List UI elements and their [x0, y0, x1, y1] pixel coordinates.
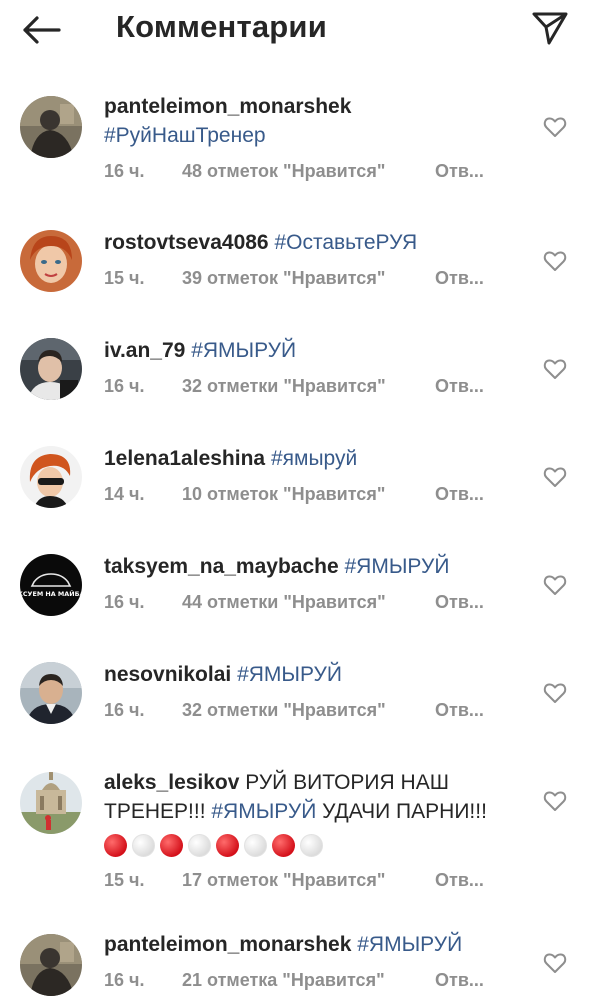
comment-text: rostovtseva4086 #ОставьтеРУЯ [104, 228, 504, 257]
heart-icon [543, 467, 567, 487]
comment-time: 15 ч. [104, 268, 145, 288]
comment-likes[interactable]: 17 отметок "Нравится" [182, 867, 435, 893]
emoji-sequence [104, 830, 328, 859]
red-circle-emoji [272, 833, 295, 857]
avatar[interactable] [20, 662, 82, 724]
reply-button[interactable]: Отв... [435, 158, 484, 184]
comment-username[interactable]: panteleimon_monarshek [104, 933, 351, 956]
comment-text: aleks_lesikov РУЙ ВИТОРИЯ НАШ ТРЕНЕР!!! … [104, 768, 504, 859]
like-button[interactable] [541, 571, 569, 599]
comment-hashtag[interactable]: #ЯМЫРУЙ [357, 933, 462, 956]
comment-username[interactable]: panteleimon_monarshek [104, 95, 351, 118]
reply-button[interactable]: Отв... [435, 697, 484, 723]
red-circle-emoji [216, 833, 239, 857]
comment-username[interactable]: aleks_lesikov [104, 771, 239, 794]
comment-time: 16 ч. [104, 970, 145, 990]
comment-hashtag[interactable]: #ЯМЫРУЙ [237, 663, 342, 686]
comment-username[interactable]: rostovtseva4086 [104, 231, 269, 254]
comment-meta: 14 ч. 10 отметок "Нравится" Отв... [104, 481, 504, 507]
header: Комментарии [0, 0, 593, 60]
avatar[interactable] [20, 96, 82, 158]
comment-likes[interactable]: 39 отметок "Нравится" [182, 265, 435, 291]
reply-button[interactable]: Отв... [435, 373, 484, 399]
comment-meta: 15 ч. 39 отметок "Нравится" Отв... [104, 265, 504, 291]
white-circle-emoji [244, 833, 267, 857]
comment-username[interactable]: iv.an_79 [104, 339, 185, 362]
comment-likes[interactable]: 21 отметка "Нравится" [182, 967, 435, 993]
white-circle-emoji [132, 833, 155, 857]
like-button[interactable] [541, 355, 569, 383]
reply-button[interactable]: Отв... [435, 481, 484, 507]
paper-plane-icon [532, 12, 568, 45]
comment-time: 16 ч. [104, 161, 145, 181]
comment-hashtag[interactable]: #ЯМЫРУЙ [345, 555, 450, 578]
comment-hashtag[interactable]: #ямыруй [271, 447, 357, 470]
heart-icon [543, 791, 567, 811]
comment-time: 16 ч. [104, 700, 145, 720]
comment-hashtag[interactable]: #ЯМЫРУЙ [211, 800, 316, 823]
comment-text: panteleimon_monarshek #РуйНашТренер [104, 92, 504, 150]
comment-time: 15 ч. [104, 870, 145, 890]
comment-likes[interactable]: 44 отметки "Нравится" [182, 589, 435, 615]
avatar[interactable] [20, 934, 82, 996]
heart-icon [543, 683, 567, 703]
white-circle-emoji [300, 833, 323, 857]
heart-icon [543, 575, 567, 595]
comment-hashtag[interactable]: #РуйНашТренер [104, 124, 266, 147]
comment-username[interactable]: 1elena1aleshina [104, 447, 265, 470]
like-button[interactable] [541, 949, 569, 977]
comment-username[interactable]: taksyem_na_maybache [104, 555, 339, 578]
red-circle-emoji [104, 833, 127, 857]
comment-likes[interactable]: 10 отметок "Нравится" [182, 481, 435, 507]
share-button[interactable] [528, 8, 572, 48]
reply-button[interactable]: Отв... [435, 265, 484, 291]
comment-likes[interactable]: 48 отметок "Нравится" [182, 158, 435, 184]
avatar[interactable] [20, 230, 82, 292]
comment-body-text: УДАЧИ ПАРНИ!!! [322, 800, 487, 823]
comment-time: 14 ч. [104, 484, 145, 504]
comment-meta: 16 ч. 48 отметок "Нравится" Отв... [104, 158, 504, 184]
avatar[interactable]: ТАКСУЕМ НА МАЙБАХЕ [20, 554, 82, 616]
avatar-logo-text: ТАКСУЕМ НА МАЙБАХЕ [20, 589, 82, 598]
reply-button[interactable]: Отв... [435, 867, 484, 893]
red-circle-emoji [160, 833, 183, 857]
like-button[interactable] [541, 679, 569, 707]
heart-icon [543, 953, 567, 973]
comment-text: nesovnikolai #ЯМЫРУЙ [104, 660, 504, 689]
page-title: Комментарии [116, 9, 327, 44]
comment-time: 16 ч. [104, 592, 145, 612]
comment-time: 16 ч. [104, 376, 145, 396]
comment-text: 1elena1aleshina #ямыруй [104, 444, 504, 473]
like-button[interactable] [541, 247, 569, 275]
comment-likes[interactable]: 32 отметки "Нравится" [182, 373, 435, 399]
avatar[interactable] [20, 338, 82, 400]
arrow-left-icon [23, 16, 61, 44]
avatar[interactable] [20, 446, 82, 508]
comment-likes[interactable]: 32 отметки "Нравится" [182, 697, 435, 723]
comment-hashtag[interactable]: #ОставьтеРУЯ [274, 231, 417, 254]
heart-icon [543, 359, 567, 379]
comment-text: panteleimon_monarshek #ЯМЫРУЙ [104, 930, 504, 959]
comment-meta: 16 ч. 32 отметки "Нравится" Отв... [104, 697, 504, 723]
like-button[interactable] [541, 113, 569, 141]
comment-username[interactable]: nesovnikolai [104, 663, 231, 686]
heart-icon [543, 117, 567, 137]
comment-meta: 16 ч. 32 отметки "Нравится" Отв... [104, 373, 504, 399]
comment-meta: 16 ч. 21 отметка "Нравится" Отв... [104, 967, 504, 993]
reply-button[interactable]: Отв... [435, 589, 484, 615]
comment-text: taksyem_na_maybache #ЯМЫРУЙ [104, 552, 504, 581]
comment-meta: 16 ч. 44 отметки "Нравится" Отв... [104, 589, 504, 615]
white-circle-emoji [188, 833, 211, 857]
avatar[interactable] [20, 772, 82, 834]
like-button[interactable] [541, 787, 569, 815]
comment-text: iv.an_79 #ЯМЫРУЙ [104, 336, 504, 365]
comment-hashtag[interactable]: #ЯМЫРУЙ [191, 339, 296, 362]
back-button[interactable] [18, 10, 64, 50]
reply-button[interactable]: Отв... [435, 967, 484, 993]
comment-meta: 15 ч. 17 отметок "Нравится" Отв... [104, 867, 504, 893]
like-button[interactable] [541, 463, 569, 491]
heart-icon [543, 251, 567, 271]
